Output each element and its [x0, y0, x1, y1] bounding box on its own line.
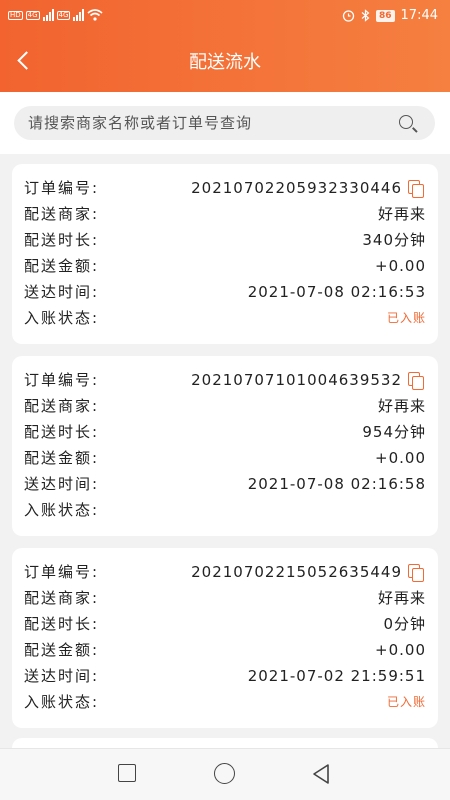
account-status-row: 入账状态: 已入账 — [24, 305, 426, 331]
signal-icon-2 — [73, 9, 85, 21]
nav-home-icon[interactable] — [214, 763, 235, 784]
amount-row: 配送金额: +0.00 — [24, 445, 426, 471]
delivered-time-row: 送达时间: 2021-07-08 02:16:53 — [24, 279, 426, 305]
amount-row: 配送金额: +0.00 — [24, 253, 426, 279]
amount-label: 配送金额: — [24, 449, 100, 467]
order-no-value: 20210702205932330446 — [191, 179, 402, 197]
merchant-label: 配送商家: — [24, 397, 100, 415]
order-list: 订单编号: 20210702205932330446 配送商家: 好再来 配送时… — [0, 164, 450, 750]
bluetooth-icon — [361, 9, 370, 22]
merchant-value: 好再来 — [377, 589, 426, 607]
battery-indicator: 86 — [376, 9, 395, 22]
delivered-time-value: 2021-07-08 02:16:53 — [247, 283, 426, 301]
header-bar: HD 4G 4G 86 17:44 配送流水 — [0, 0, 450, 92]
order-no-label: 订单编号: — [24, 563, 100, 581]
order-no-row: 订单编号: 20210702205932330446 — [24, 175, 426, 201]
account-status-label: 入账状态: — [24, 501, 100, 519]
copy-icon[interactable] — [408, 372, 424, 390]
status-time: 17:44 — [400, 8, 438, 23]
duration-value: 954分钟 — [362, 423, 426, 441]
merchant-value: 好再来 — [377, 397, 426, 415]
duration-label: 配送时长: — [24, 615, 100, 633]
order-no-label: 订单编号: — [24, 179, 100, 197]
status-signals: HD 4G 4G — [8, 9, 103, 21]
delivered-time-value: 2021-07-02 21:59:51 — [247, 667, 426, 685]
status-right: 86 17:44 — [342, 8, 438, 23]
merchant-label: 配送商家: — [24, 205, 100, 223]
order-no-value: 20210707101004639532 — [191, 371, 402, 389]
delivered-time-label: 送达时间: — [24, 475, 100, 493]
account-status-value: 已入账 — [386, 311, 426, 325]
amount-label: 配送金额: — [24, 641, 100, 659]
order-card: 订单编号: 20210702215052635449 配送商家: 好再来 配送时… — [12, 548, 438, 728]
hd-tag: HD — [8, 10, 23, 20]
signal-icon — [42, 9, 54, 21]
network-tag-2: 4G — [56, 10, 71, 20]
duration-row: 配送时长: 954分钟 — [24, 419, 426, 445]
nav-back-icon[interactable] — [311, 763, 331, 785]
search-bar[interactable] — [14, 106, 435, 140]
order-card: 订单编号: 20210707101004639532 配送商家: 好再来 配送时… — [12, 356, 438, 536]
duration-row: 配送时长: 0分钟 — [24, 611, 426, 637]
order-no-row: 订单编号: 20210707101004639532 — [24, 367, 426, 393]
page-title: 配送流水 — [189, 52, 261, 73]
alarm-icon — [342, 10, 355, 22]
amount-value: +0.00 — [375, 641, 426, 659]
order-no-row: 订单编号: 20210702215052635449 — [24, 559, 426, 585]
amount-label: 配送金额: — [24, 257, 100, 275]
merchant-row: 配送商家: 好再来 — [24, 201, 426, 227]
title-bar: 配送流水 — [0, 34, 450, 88]
delivered-time-row: 送达时间: 2021-07-02 21:59:51 — [24, 663, 426, 689]
amount-value: +0.00 — [375, 449, 426, 467]
duration-label: 配送时长: — [24, 231, 100, 249]
search-icon[interactable] — [399, 115, 413, 129]
duration-value: 0分钟 — [383, 615, 426, 633]
account-status-label: 入账状态: — [24, 693, 100, 711]
search-input[interactable] — [28, 106, 388, 140]
wifi-icon — [87, 9, 103, 21]
order-no-label: 订单编号: — [24, 371, 100, 389]
merchant-row: 配送商家: 好再来 — [24, 585, 426, 611]
account-status-label: 入账状态: — [24, 309, 100, 327]
amount-value: +0.00 — [375, 257, 426, 275]
search-section — [0, 92, 450, 154]
account-status-row: 入账状态: — [24, 497, 426, 523]
system-nav-bar — [0, 748, 450, 800]
order-card: 订单编号: 20210702205932330446 配送商家: 好再来 配送时… — [12, 164, 438, 344]
account-status-value: 已入账 — [386, 695, 426, 709]
delivered-time-label: 送达时间: — [24, 283, 100, 301]
delivered-time-value: 2021-07-08 02:16:58 — [247, 475, 426, 493]
duration-row: 配送时长: 340分钟 — [24, 227, 426, 253]
order-no-value: 20210702215052635449 — [191, 563, 402, 581]
duration-label: 配送时长: — [24, 423, 100, 441]
duration-value: 340分钟 — [362, 231, 426, 249]
copy-icon[interactable] — [408, 180, 424, 198]
delivered-time-label: 送达时间: — [24, 667, 100, 685]
status-bar: HD 4G 4G 86 17:44 — [0, 0, 450, 34]
merchant-label: 配送商家: — [24, 589, 100, 607]
amount-row: 配送金额: +0.00 — [24, 637, 426, 663]
delivered-time-row: 送达时间: 2021-07-08 02:16:58 — [24, 471, 426, 497]
network-tag-1: 4G — [25, 10, 40, 20]
nav-recent-icon[interactable] — [118, 764, 136, 782]
account-status-row: 入账状态: 已入账 — [24, 689, 426, 715]
copy-icon[interactable] — [408, 564, 424, 582]
merchant-row: 配送商家: 好再来 — [24, 393, 426, 419]
merchant-value: 好再来 — [377, 205, 426, 223]
